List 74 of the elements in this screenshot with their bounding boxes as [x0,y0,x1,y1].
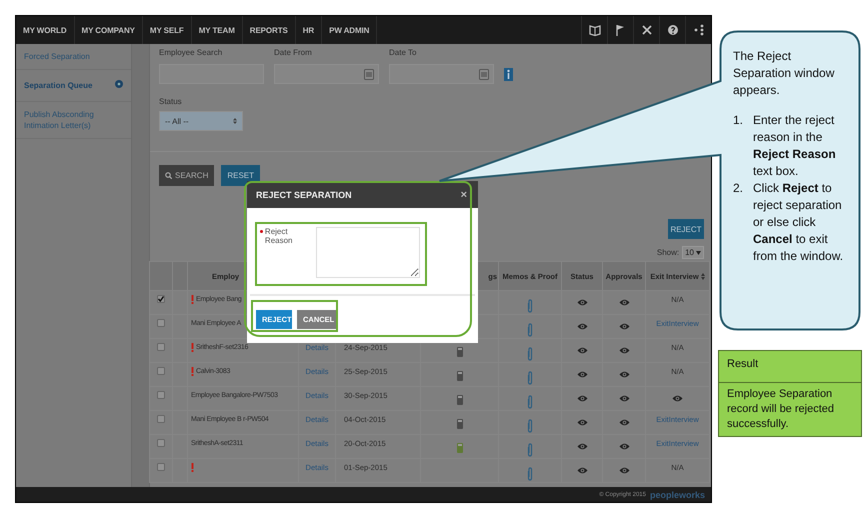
reset-button[interactable]: RESET [221,165,260,186]
checkbox[interactable] [157,367,165,375]
circle-icon [115,80,123,88]
step-number: 1. [733,112,744,129]
dialog-title: REJECT SEPARATION [256,190,353,200]
field-label: Reject Reason [264,227,294,245]
field-label: Date From [274,48,313,57]
input-field[interactable] [274,64,379,84]
help-icon[interactable] [666,24,678,36]
eye-icon [672,395,683,402]
eye-icon [576,323,588,330]
nav-menu-item[interactable]: PW ADMIN [322,16,378,44]
paperclip-icon [527,347,533,361]
paperclip-icon [527,419,533,433]
paperclip-icon [527,371,533,385]
eye-icon [576,347,588,354]
eye-icon [618,323,630,330]
eye-icon [618,395,630,402]
checkbox[interactable] [157,295,165,303]
paperclip-icon [527,395,533,409]
eye-icon [576,395,588,402]
close-button[interactable]: × [460,185,467,204]
sort-icon [700,272,705,280]
calendar-icon [479,68,489,80]
result-title: Result [719,351,861,383]
search-icon [165,172,172,179]
input-field[interactable] [389,64,494,84]
reject-button[interactable]: REJECT [668,219,704,239]
checkbox[interactable] [157,439,165,447]
nav-menu-item[interactable]: HR [296,16,322,44]
eye-icon [576,419,588,426]
callout-text: The Reject Separation window appears. [733,48,836,99]
step-text: Click Reject to reject separation or else click Cancel to exit from the window. [753,180,844,265]
status-dropdown[interactable]: -- All -- [159,111,243,131]
step-number: 2. [733,180,744,197]
field-label: Status [159,97,182,106]
checkbox[interactable] [157,343,165,351]
checkbox[interactable] [157,463,165,471]
paperclip-icon [527,443,533,457]
updown-icon [233,118,237,124]
nav-menu-item[interactable]: REPORTS [242,16,296,44]
show-label: Show: [656,248,680,257]
caret-icon [696,250,701,254]
book-icon[interactable] [588,24,600,36]
eye-icon [576,299,588,306]
tools-icon[interactable] [640,24,652,36]
eye-icon [618,299,630,306]
paperclip-icon [527,323,533,337]
eye-icon [576,467,588,474]
logo-text: peopleworks [650,490,705,500]
step-text: Enter the reject reason in the Reject Reason text box. [753,112,837,180]
checkbox[interactable] [157,319,165,327]
flag-icon[interactable] [614,24,626,36]
paperclip-icon [527,299,533,313]
page-size-dropdown[interactable]: 10 [682,246,704,259]
eye-icon [618,419,630,426]
field-label: Date To [389,48,418,57]
paperclip-icon [527,467,533,481]
eye-icon [576,371,588,378]
share-icon[interactable] [692,24,704,36]
result-text: Employee Separation record will be rejected successfully. [726,387,835,432]
eye-icon [618,371,630,378]
eye-icon [576,443,588,450]
field-label: Employee Search [159,48,224,57]
eye-icon [618,443,630,450]
calendar-icon [364,68,374,80]
sidebar-item[interactable]: Separation Queue [16,70,131,102]
nav-menu-item[interactable]: MY TEAM [192,16,243,44]
checkbox[interactable] [157,391,165,399]
reject-reason-field[interactable] [316,227,420,278]
checkbox[interactable] [157,415,165,423]
eye-icon [618,467,630,474]
search-button[interactable]: SEARCH [159,165,214,186]
eye-icon [618,347,630,354]
